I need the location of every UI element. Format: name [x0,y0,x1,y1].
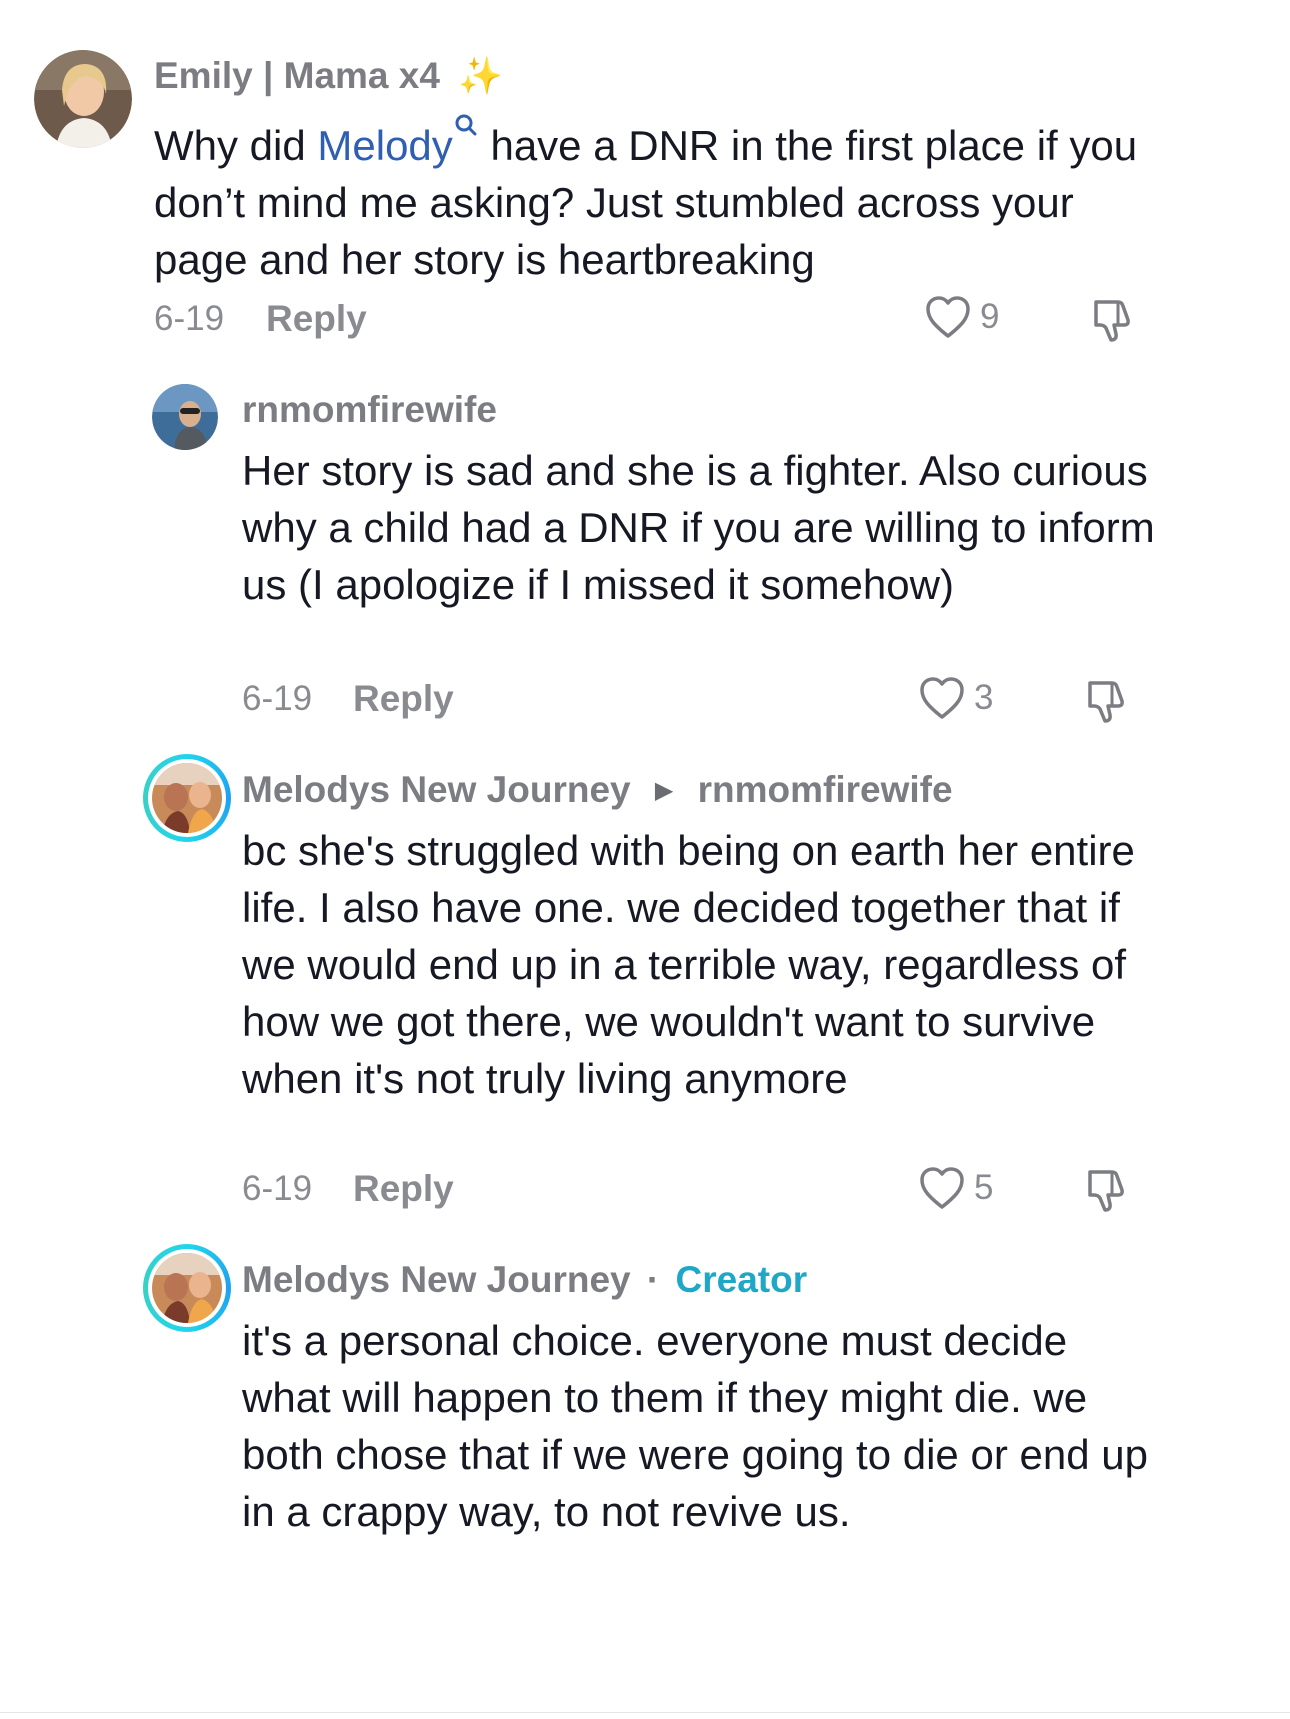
comment-text: Why did Melody have a DNR in the first p… [154,112,1154,288]
comment-date: 6-19 [154,299,225,338]
like-button[interactable]: 9 [924,294,999,340]
avatar-image [152,1253,222,1323]
thumbs-down-icon [1094,300,1130,342]
mention-text[interactable]: Melody [317,122,452,169]
heart-outline-icon [920,1167,964,1209]
like-count: 5 [974,1168,994,1207]
mention-link[interactable]: Melody [317,114,478,169]
username[interactable]: Emily | Mama x4 ✨ [154,55,503,97]
search-icon [455,114,477,136]
creator-badge: Creator [675,1259,808,1300]
like-count: 3 [974,678,994,717]
avatar-emily[interactable] [34,50,132,148]
heart-outline-icon [920,677,964,719]
avatar-melodys-new-journey[interactable] [143,1244,231,1332]
avatar-rnmomfirewife[interactable] [152,384,218,450]
comment-text-part: Why did [154,122,318,169]
username[interactable]: Melodys New Journey [242,769,631,810]
comment-text: bc she's struggled with being on earth h… [242,827,1135,1102]
avatar-image [152,763,222,833]
reply-button[interactable]: Reply [353,678,454,720]
comment-text: Her story is sad and she is a fighter. A… [242,447,1155,608]
like-button[interactable]: 5 [918,1165,993,1211]
reply-to-username[interactable]: rnmomfirewife [698,769,953,810]
separator-dot: · [646,1259,660,1300]
dislike-button[interactable] [1088,296,1136,349]
username[interactable]: Melodys New Journey [242,1259,631,1300]
username-row: Melodys New Journey · Creator [242,1259,807,1301]
like-button[interactable]: 3 [918,675,993,721]
sparkles-icon: ✨ [458,55,504,96]
username[interactable]: rnmomfirewife [242,389,497,431]
username-row: Melodys New Journey ▶ rnmomfirewife [242,769,953,811]
reply-button[interactable]: Reply [266,298,367,340]
triangle-right-icon: ▶ [654,777,674,804]
like-count: 9 [980,297,1000,336]
comment-date: 6-19 [242,679,313,718]
heart-outline-icon [926,296,970,338]
dislike-button[interactable] [1082,1166,1130,1219]
reply-button[interactable]: Reply [353,1168,454,1210]
divider [0,1712,1290,1713]
comment-date: 6-19 [242,1169,313,1208]
username-text[interactable]: Emily | Mama x4 [154,55,440,96]
comment-text: it's a personal choice. everyone must de… [242,1317,1148,1535]
dislike-button[interactable] [1082,677,1130,730]
thumbs-down-icon [1088,1170,1124,1212]
avatar-melodys-new-journey[interactable] [143,754,231,842]
thumbs-down-icon [1088,681,1124,723]
